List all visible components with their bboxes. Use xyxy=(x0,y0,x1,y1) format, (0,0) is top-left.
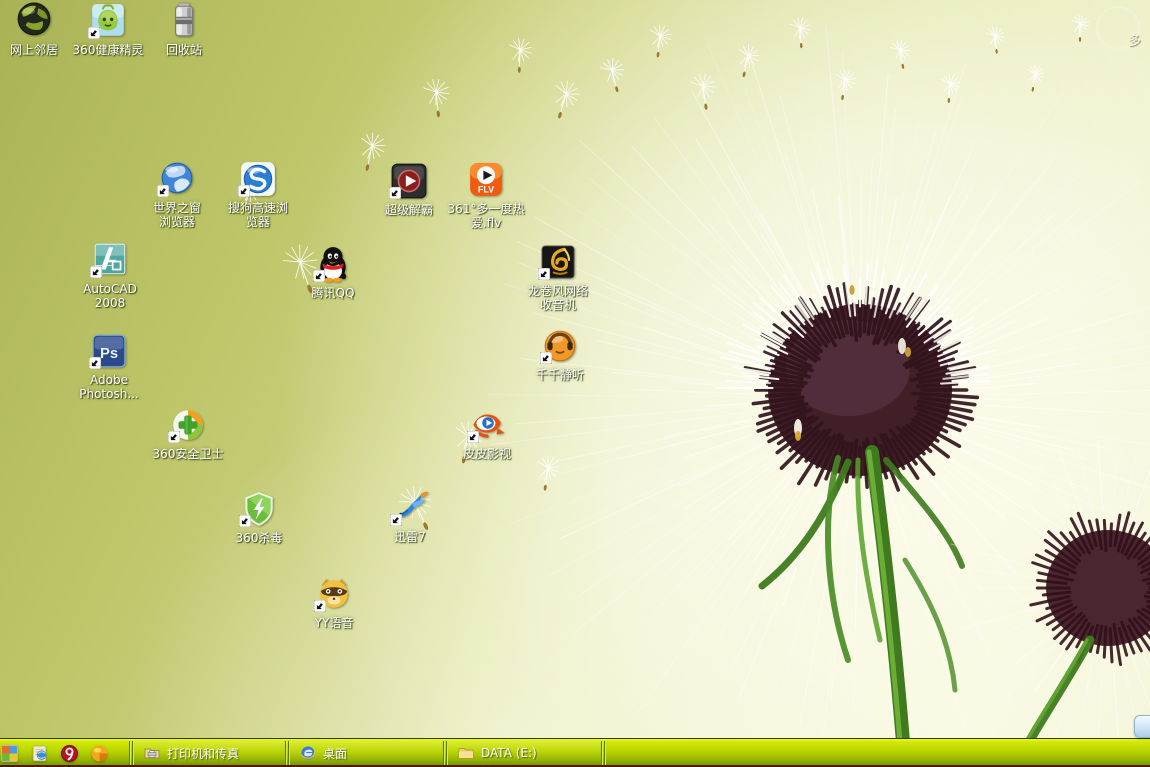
task-button-desktop[interactable]: 桌面 xyxy=(290,740,442,766)
taskbar-empty-area xyxy=(606,741,1150,766)
shortcut-arrow-icon xyxy=(467,431,479,443)
icon-label: Adobe Photosh... xyxy=(79,373,139,401)
desktop-icon-360-safe-guard[interactable]: 360安全卫士 xyxy=(146,406,230,461)
ttplayer-icon xyxy=(540,327,579,365)
svg-text:FLV: FLV xyxy=(478,185,494,195)
icon-label: AutoCAD 2008 xyxy=(83,282,137,310)
icon-label: 迅雷7 xyxy=(394,530,426,544)
shortcut-arrow-icon xyxy=(239,515,251,527)
desktop-icon-recycle-bin[interactable]: 回收站 xyxy=(142,2,226,57)
tornado-radio-icon xyxy=(538,243,577,281)
taskbar: 打印机和传真 桌面 DATA (E:) xyxy=(0,738,1150,767)
yy-voice-icon xyxy=(314,575,353,613)
icon-label: 超级解霸 xyxy=(384,203,433,217)
360-safe-icon xyxy=(168,406,207,444)
task-button-data-drive-e[interactable]: DATA (E:) xyxy=(448,740,600,766)
printers-folder-icon xyxy=(144,745,160,761)
desktop-icon-yy-voice[interactable]: YY语音 xyxy=(292,575,376,630)
shortcut-arrow-icon xyxy=(313,270,325,282)
task-button-printers-and-faxes[interactable]: 打印机和传真 xyxy=(134,740,284,766)
desktop-icon-sogou-browser[interactable]: 搜狗高速浏 览器 xyxy=(216,160,300,229)
shortcut-arrow-icon xyxy=(168,431,180,443)
network-places-icon xyxy=(15,2,53,40)
task-button-label: 打印机和传真 xyxy=(167,746,240,761)
icon-label: 世界之窗 浏览器 xyxy=(152,201,201,229)
desktop-icon-world-window-browser[interactable]: 世界之窗 浏览器 xyxy=(135,160,219,229)
shortcut-arrow-icon xyxy=(157,185,169,197)
folder-icon xyxy=(458,745,474,761)
shortcut-arrow-icon xyxy=(390,514,402,526)
autocad-icon xyxy=(90,241,129,279)
360-health-genie-icon xyxy=(88,2,127,40)
360-antivirus-shield-icon xyxy=(239,490,278,528)
icon-label: 网上邻居 xyxy=(9,43,58,57)
desktop-icon-360-antivirus[interactable]: 360杀毒 xyxy=(217,490,301,545)
icon-label: 千千静听 xyxy=(535,368,584,382)
world-window-browser-icon xyxy=(157,160,196,198)
icon-label: 龙卷风网络 收音机 xyxy=(527,284,588,312)
desktop-icon-pipi-video[interactable]: 皮皮影视 xyxy=(445,406,529,461)
shortcut-arrow-icon xyxy=(540,352,552,364)
shortcut-arrow-icon xyxy=(90,266,102,278)
desktop-icon-flv-video-file[interactable]: FLV 361°多一度热 爱.flv xyxy=(444,161,528,230)
icon-label: 回收站 xyxy=(165,43,202,57)
flv-file-icon: FLV xyxy=(467,161,505,199)
desktop-icon-thunder-7[interactable]: 迅雷7 xyxy=(368,489,452,544)
quick-launch-area xyxy=(0,744,128,762)
qq-penguin-icon xyxy=(313,245,352,283)
shortcut-arrow-icon xyxy=(314,600,326,612)
internet-explorer-icon xyxy=(300,745,316,761)
desktop-icon-tencent-qq[interactable]: 腾讯QQ xyxy=(291,245,375,300)
pipi-video-icon xyxy=(467,406,506,444)
shortcut-arrow-icon xyxy=(389,187,401,199)
photoshop-icon: Ps xyxy=(89,332,128,370)
desktop-icon-network-places[interactable]: 网上邻居 xyxy=(0,2,76,57)
recycle-bin-icon xyxy=(165,2,203,40)
partial-icon-label: 多 xyxy=(1128,34,1142,49)
icon-label: 皮皮影视 xyxy=(462,447,511,461)
icon-label: 搜狗高速浏 览器 xyxy=(227,201,288,229)
shortcut-arrow-icon xyxy=(538,268,550,280)
icon-label: 360健康精灵 xyxy=(72,43,144,57)
shortcut-arrow-icon xyxy=(88,27,100,39)
icon-label: 腾讯QQ xyxy=(311,286,355,300)
desktop-icon-360-health-genie[interactable]: 360健康精灵 xyxy=(66,2,150,57)
icon-label: YY语音 xyxy=(314,616,354,630)
desktop-wallpaper xyxy=(0,0,1150,767)
desktop-icon-super-player[interactable]: 超级解霸 xyxy=(367,162,451,217)
svg-text:Ps: Ps xyxy=(100,346,118,362)
desktop-icon-tornado-web-radio[interactable]: 龙卷风网络 收音机 xyxy=(516,243,600,312)
thunder-bird-icon xyxy=(390,489,429,527)
dandelion-wallpaper-art xyxy=(240,14,1150,767)
shortcut-arrow-icon xyxy=(238,185,250,197)
red-nine-icon[interactable] xyxy=(61,744,78,762)
document-globe-icon[interactable] xyxy=(31,745,48,762)
super-player-icon xyxy=(389,162,428,200)
desktop-icon-autocad-2008[interactable]: AutoCAD 2008 xyxy=(68,241,152,310)
sogou-browser-icon xyxy=(238,160,277,198)
orange-ball-icon[interactable] xyxy=(91,745,108,762)
floating-widget[interactable] xyxy=(1134,715,1150,738)
icon-label: 360安全卫士 xyxy=(152,447,224,461)
desktop-icon-ttplayer[interactable]: 千千静听 xyxy=(518,327,602,382)
icon-label: 361°多一度热 爱.flv xyxy=(447,202,525,230)
icon-label: 360杀毒 xyxy=(235,531,283,545)
shortcut-arrow-icon xyxy=(89,357,101,369)
desktop-icon-adobe-photoshop[interactable]: Ps Adobe Photosh... xyxy=(67,332,151,401)
task-button-label: 桌面 xyxy=(323,746,348,761)
color-theme-icon[interactable] xyxy=(1,744,18,762)
task-button-label: DATA (E:) xyxy=(481,746,537,760)
